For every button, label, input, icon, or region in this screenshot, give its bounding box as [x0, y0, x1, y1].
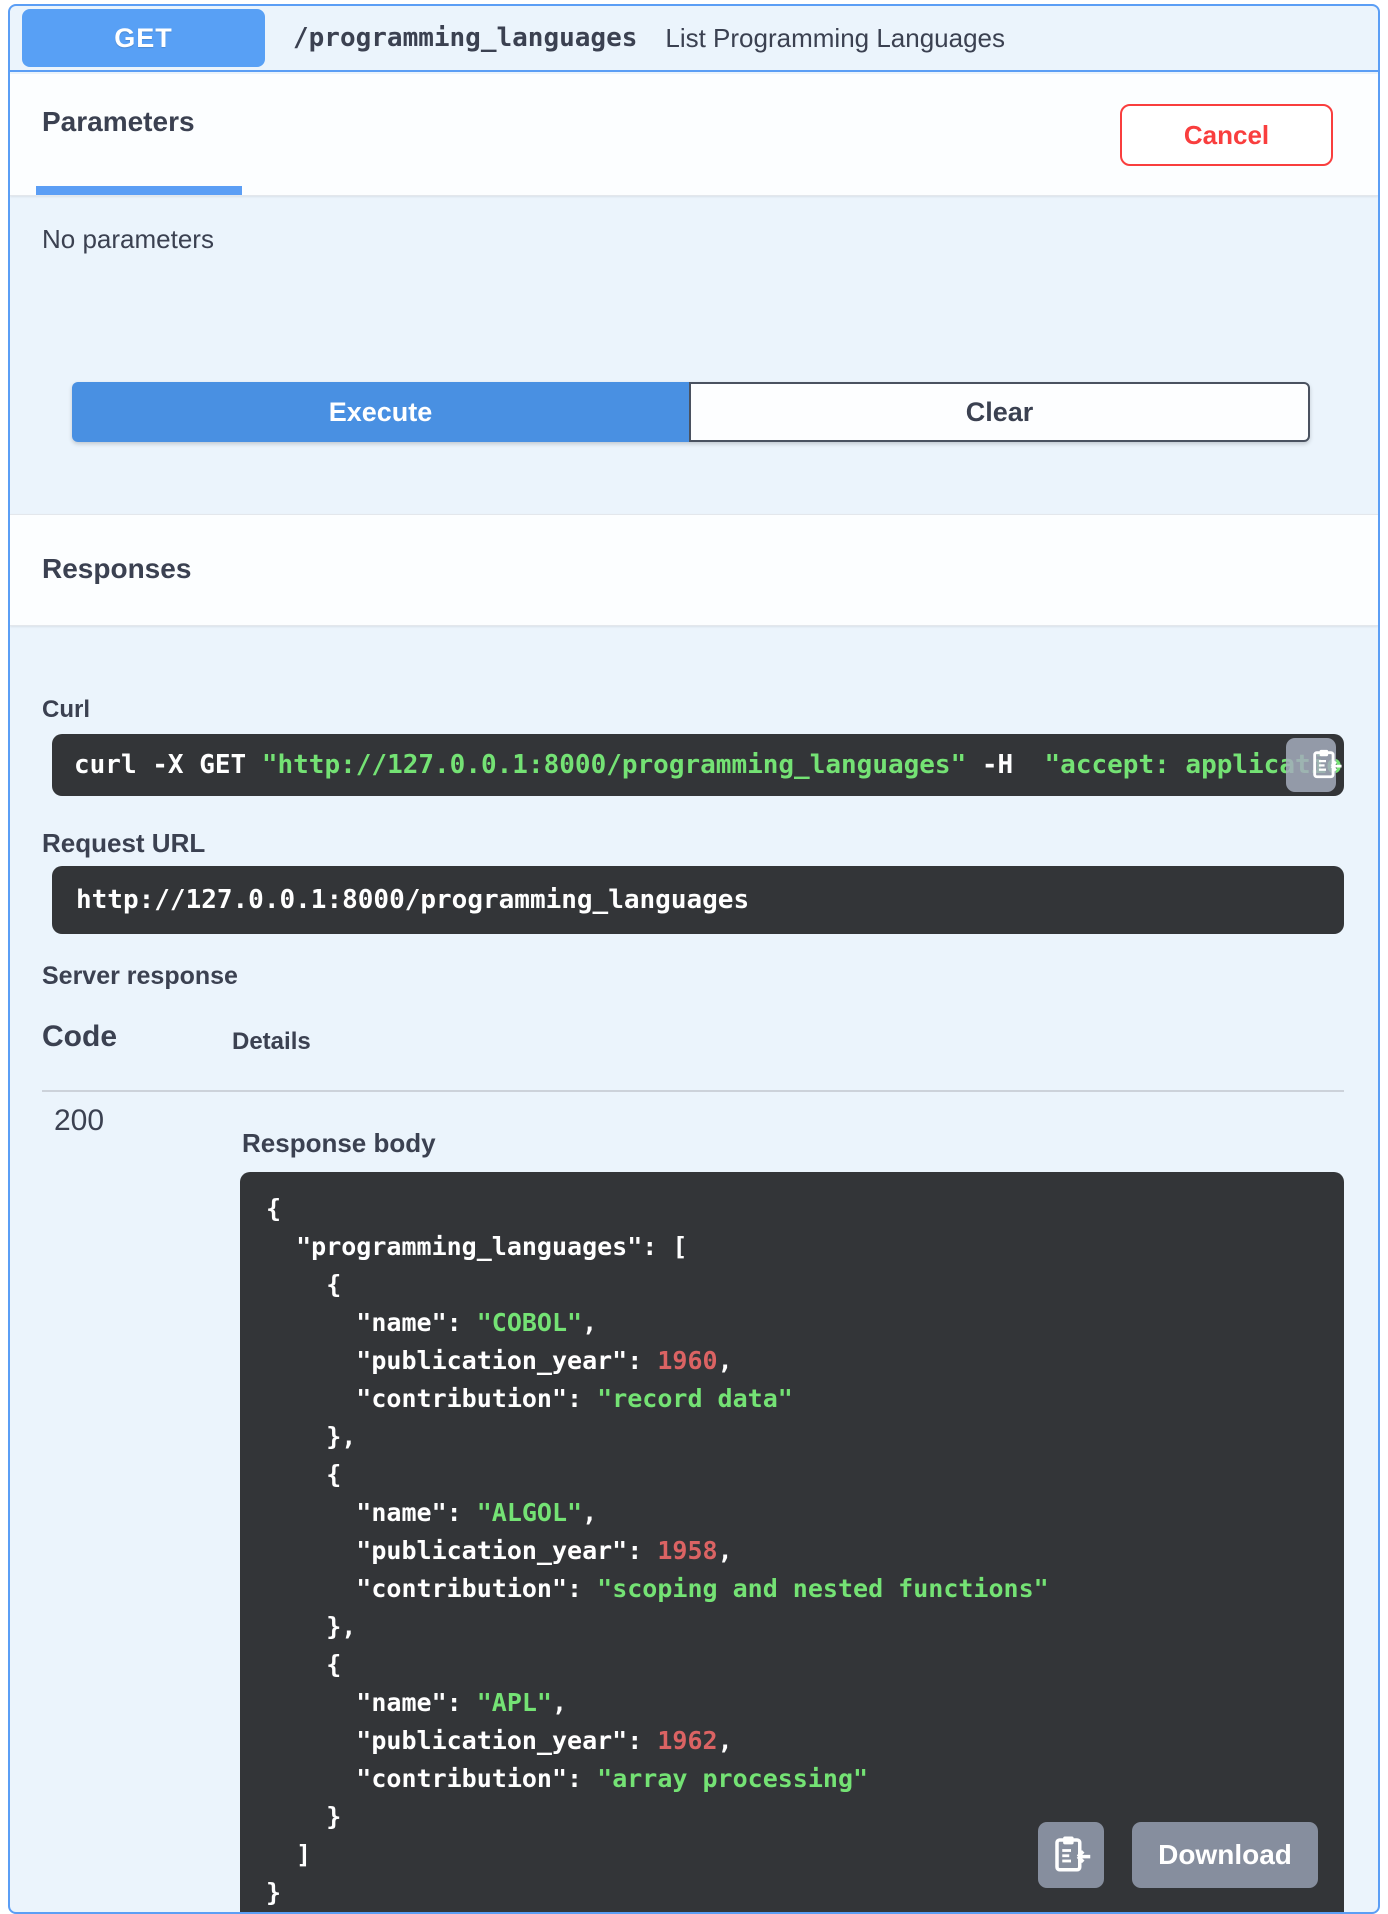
download-button[interactable]: Download	[1132, 1822, 1318, 1888]
details-column-header: Details	[232, 1028, 311, 1055]
clipboard-copy-icon	[1279, 734, 1343, 796]
status-code: 200	[54, 1104, 105, 1137]
endpoint-summary-text: List Programming Languages	[665, 22, 1006, 53]
responses-title: Responses	[42, 553, 192, 584]
clear-button[interactable]: Clear	[689, 382, 1310, 442]
curl-command[interactable]: curl -X GET "http://127.0.0.1:8000/progr…	[52, 734, 1344, 796]
copy-response-button[interactable]	[1038, 1822, 1104, 1888]
responses-header: Responses	[10, 514, 1378, 626]
response-body-code: { "programming_languages": [ { "name": "…	[240, 1172, 1344, 1912]
request-url-value: http://127.0.0.1:8000/programming_langua…	[52, 866, 1344, 934]
execute-button[interactable]: Execute	[72, 382, 689, 442]
response-body-label: Response body	[242, 1128, 436, 1158]
parameters-header: Parameters Cancel	[10, 74, 1378, 196]
active-tab-underline	[36, 186, 242, 195]
operation-summary[interactable]: GET /programming_languages List Programm…	[10, 6, 1378, 72]
clipboard-copy-icon	[1050, 1833, 1092, 1878]
server-response-label: Server response	[42, 962, 238, 990]
operation-block-get: GET /programming_languages List Programm…	[8, 4, 1380, 1914]
http-method-badge: GET	[22, 9, 265, 67]
parameters-title: Parameters	[42, 106, 195, 137]
table-divider	[42, 1090, 1344, 1092]
code-column-header: Code	[42, 1020, 117, 1053]
no-parameters-message: No parameters	[42, 224, 214, 254]
cancel-button[interactable]: Cancel	[1120, 104, 1333, 166]
execute-row: Execute Clear	[72, 382, 1310, 442]
request-url-label: Request URL	[42, 828, 206, 858]
endpoint-path: /programming_languages	[293, 23, 638, 53]
curl-label: Curl	[42, 696, 90, 723]
copy-curl-button[interactable]	[1286, 738, 1342, 792]
